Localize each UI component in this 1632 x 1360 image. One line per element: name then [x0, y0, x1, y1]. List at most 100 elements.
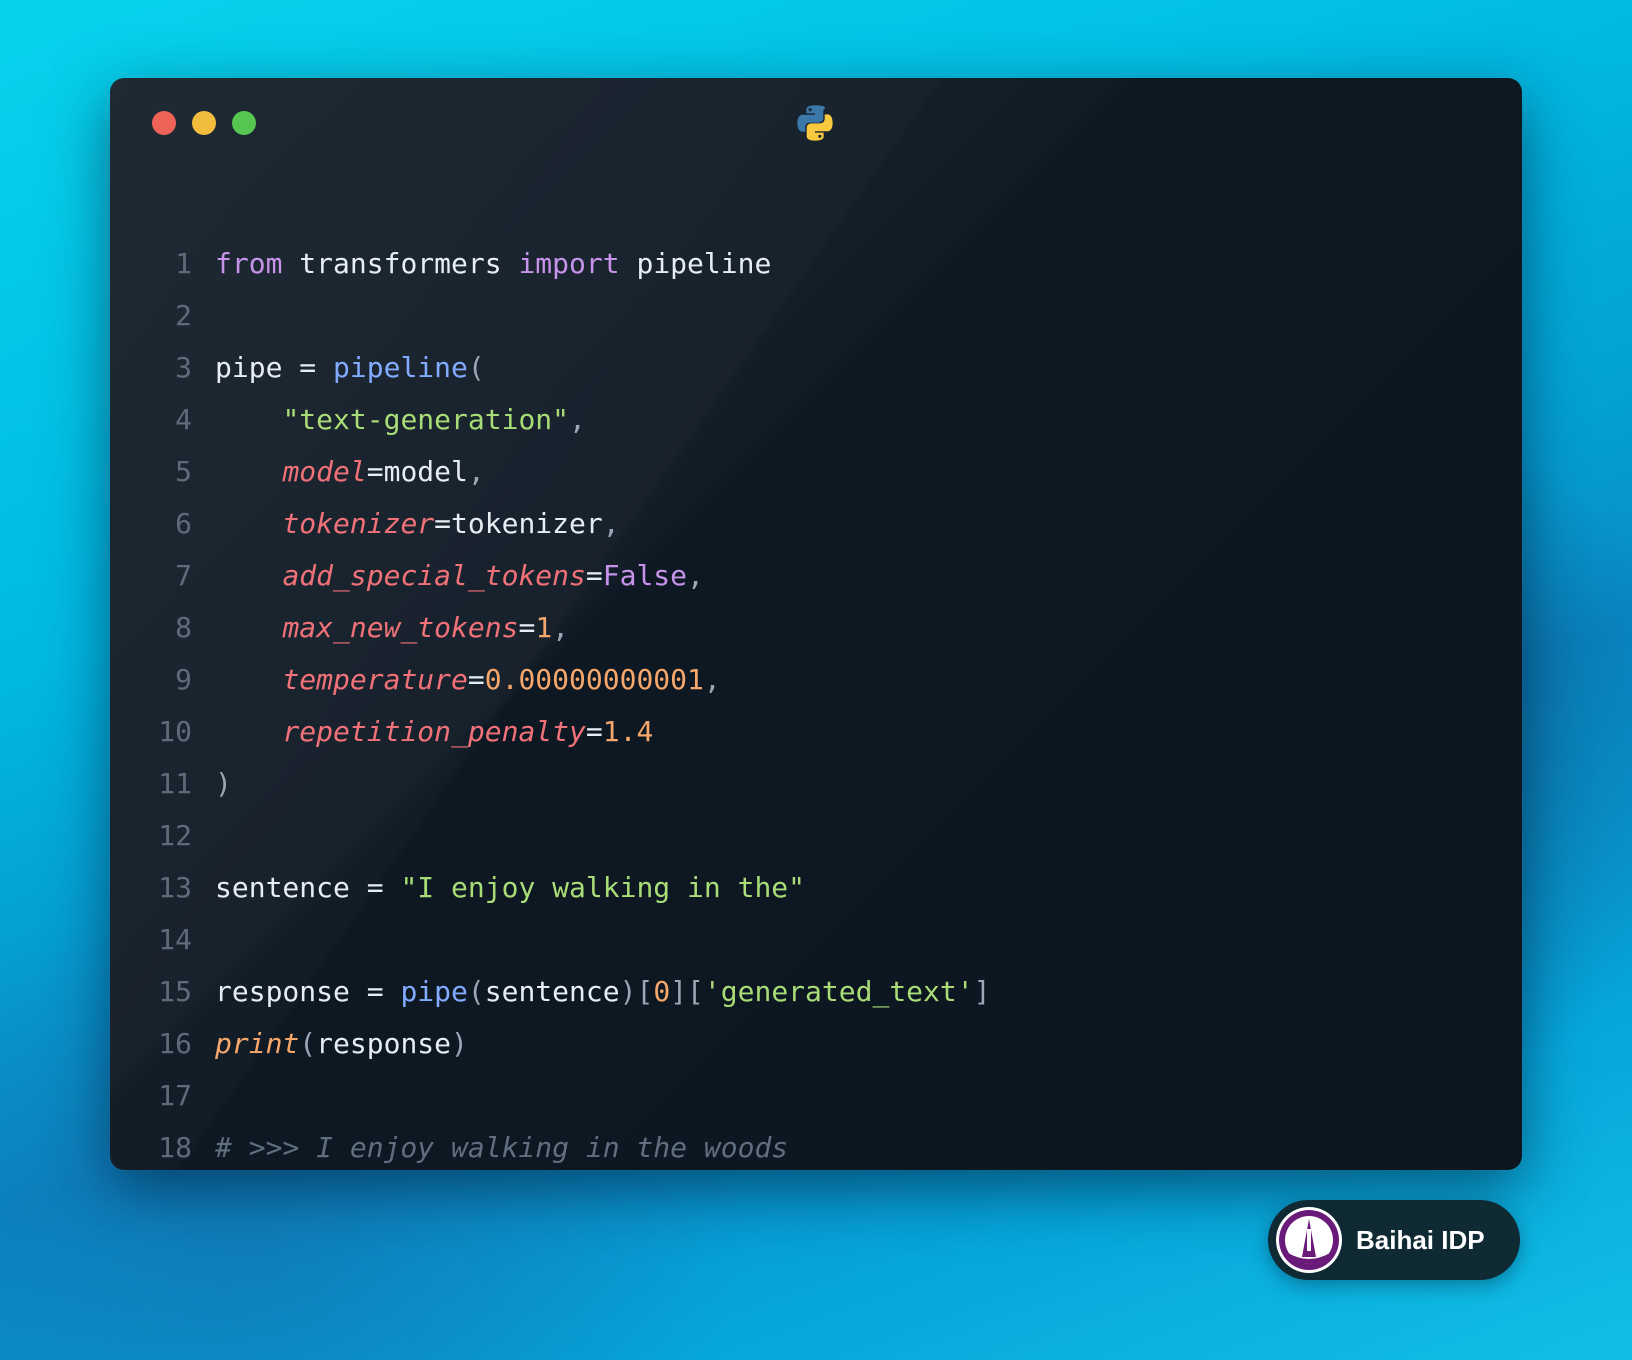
code-token: # >>> I enjoy walking in the woods — [215, 1131, 789, 1164]
line-source: from transformers import pipeline — [215, 238, 771, 290]
line-number: 12 — [158, 819, 192, 852]
code-token: from — [215, 247, 283, 280]
line-number: 14 — [158, 923, 192, 956]
code-token: sentence — [215, 871, 367, 904]
line-number: 11 — [158, 767, 192, 800]
line-number: 15 — [158, 975, 192, 1008]
line-number: 1 — [175, 247, 192, 280]
code-token: "text-generation" — [282, 403, 570, 436]
line-number: 8 — [175, 611, 192, 644]
code-window: 1 from transformers import pipeline 2 3 pipe… — [110, 78, 1522, 1170]
title-bar — [110, 78, 1522, 168]
line-source: temperature=0.00000000001, — [215, 654, 720, 706]
code-line: 13 sentence = "I enjoy walking in the" — [110, 862, 1522, 914]
code-token: response — [215, 975, 367, 1008]
line-source: pipe = pipeline( — [215, 342, 485, 394]
code-token: = — [585, 715, 603, 748]
line-number: 2 — [175, 299, 192, 332]
code-token: 0 — [653, 975, 671, 1008]
line-source: repetition_penalty=1.4 — [215, 706, 653, 758]
close-dot-icon[interactable] — [152, 111, 176, 135]
code-token: temperature — [282, 663, 468, 696]
code-line: 10 repetition_penalty=1.4 — [110, 706, 1522, 758]
code-token: = — [299, 351, 317, 384]
line-source: model=model, — [215, 446, 485, 498]
code-token: , — [569, 403, 586, 436]
line-source: "text-generation", — [215, 394, 586, 446]
code-token: , — [467, 455, 485, 488]
line-number: 13 — [158, 871, 192, 904]
code-token: response — [316, 1027, 452, 1060]
code-token: , — [552, 611, 570, 644]
code-line: 14 — [110, 914, 1522, 966]
code-token: ( — [467, 351, 485, 384]
code-token: = — [366, 455, 384, 488]
code-token: 0.00000000001 — [484, 663, 704, 696]
code-line: 6 tokenizer=tokenizer, — [110, 498, 1522, 550]
python-logo-icon — [797, 105, 833, 141]
code-token: add_special_tokens — [282, 559, 586, 592]
code-token: = — [434, 507, 452, 540]
code-token: transformers — [282, 247, 519, 280]
code-token: import — [518, 247, 620, 280]
code-line: 3 pipe = pipeline( — [110, 342, 1522, 394]
code-token: repetition_penalty — [282, 715, 586, 748]
minimize-dot-icon[interactable] — [192, 111, 216, 135]
code-line: 17 — [110, 1070, 1522, 1122]
code-token: pipeline — [333, 351, 468, 384]
line-number: 3 — [175, 351, 192, 384]
code-token: ) — [215, 767, 232, 800]
code-line: 15 response = pipe(sentence)[0]['generate… — [110, 966, 1522, 1018]
code-token: tokenizer — [451, 507, 603, 540]
code-token: = — [467, 663, 485, 696]
code-token: False — [602, 559, 688, 592]
code-line: 11) — [110, 758, 1522, 810]
code-token: ( — [467, 975, 485, 1008]
line-number: 17 — [158, 1079, 192, 1112]
code-line: 4 "text-generation", — [110, 394, 1522, 446]
line-source: ) — [215, 758, 232, 810]
baihai-logo-icon — [1276, 1207, 1342, 1273]
code-token: 'generated_text' — [703, 975, 974, 1008]
code-line: 8 max_new_tokens=1, — [110, 602, 1522, 654]
code-token: ][ — [670, 975, 704, 1008]
code-token: tokenizer — [282, 507, 435, 540]
code-token: max_new_tokens — [282, 611, 519, 644]
line-number: 7 — [175, 559, 192, 592]
code-token: ) — [451, 1027, 468, 1060]
line-number: 9 — [175, 663, 192, 696]
line-number: 6 — [175, 507, 192, 540]
code-token: , — [687, 559, 704, 592]
code-line: 7 add_special_tokens=False, — [110, 550, 1522, 602]
badge-label: Baihai IDP — [1356, 1225, 1485, 1255]
code-token: model — [282, 455, 367, 488]
code-token: = — [518, 611, 536, 644]
code-editor: 1 from transformers import pipeline 2 3 pipe… — [110, 238, 1522, 1170]
maximize-dot-icon[interactable] — [232, 111, 256, 135]
code-line: 12 — [110, 810, 1522, 862]
code-token: model — [383, 455, 468, 488]
line-source: print(response) — [215, 1018, 468, 1070]
line-number: 5 — [175, 455, 192, 488]
line-number: 10 — [158, 715, 192, 748]
code-token: 1 — [535, 611, 553, 644]
code-token: )[ — [619, 975, 654, 1008]
code-token: = — [366, 975, 384, 1008]
code-line: 18 # >>> I enjoy walking in the woods — [110, 1122, 1522, 1170]
code-token: sentence — [484, 975, 620, 1008]
code-line: 9 temperature=0.00000000001, — [110, 654, 1522, 706]
code-line: 1 from transformers import pipeline — [110, 238, 1522, 290]
code-token: "I enjoy walking in the" — [400, 871, 806, 904]
code-token: pipeline — [619, 247, 772, 280]
line-source: add_special_tokens=False, — [215, 550, 704, 602]
code-token: 1.4 — [602, 715, 654, 748]
